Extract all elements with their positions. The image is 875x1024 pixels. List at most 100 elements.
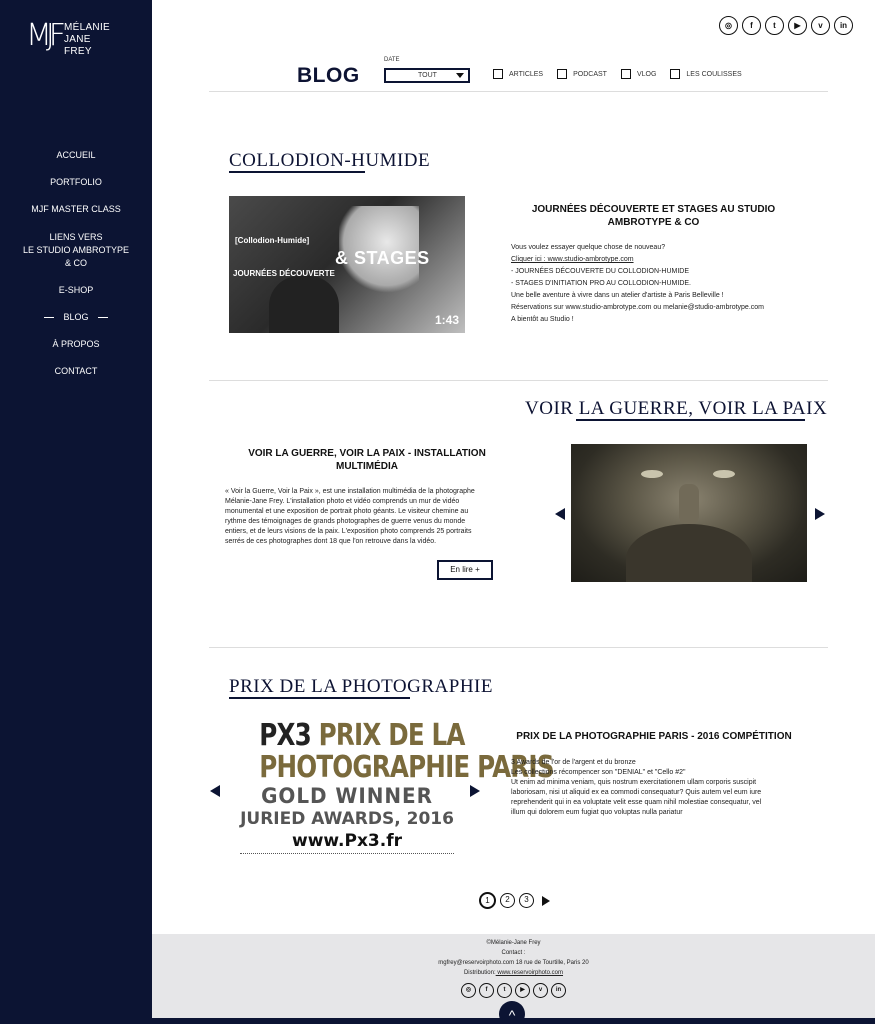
post-body-line: Les collections récompencer son "DENIAL"…	[511, 769, 686, 776]
divider	[209, 380, 828, 381]
post-body: « Voir la Guerre, Voir la Paix », est un…	[225, 487, 505, 547]
youtube-icon[interactable]: ▶	[515, 983, 530, 998]
section-title: VOIR LA GUERRE, VOIR LA PAIX	[525, 398, 828, 419]
filter-label: VLOG	[636, 70, 657, 78]
facebook-icon[interactable]: f	[479, 983, 494, 998]
post-body-line: - STAGES D'INITIATION PRO AU COLLODION-H…	[511, 280, 691, 287]
distribution: Distribution: www.reservoirphoto.com	[152, 968, 875, 978]
divider	[209, 647, 828, 648]
instagram-icon[interactable]: ◎	[719, 16, 738, 35]
thumbnail-title: & STAGES	[335, 248, 430, 268]
thumbnail-tag: [Collodion-Humide]	[235, 236, 310, 245]
filter-label: ARTICLES	[509, 70, 544, 78]
post-body: Vous voulez essayer quelque chose de nou…	[511, 242, 821, 326]
video-thumbnail[interactable]: [Collodion-Humide] & STAGES JOURNÉES DÉC…	[229, 196, 465, 333]
nav-item-eshop[interactable]: E-SHOP	[0, 285, 152, 296]
badge-line: JURIED AWARDS, 2016	[240, 809, 454, 829]
post-body-line: Vous voulez essayer quelque chose de nou…	[511, 244, 666, 251]
badge-px3: PX3	[259, 718, 311, 753]
photographer-figure	[269, 276, 339, 333]
nav-item-master-class[interactable]: MJF MASTER CLASS	[0, 204, 152, 215]
facebook-icon[interactable]: f	[742, 16, 761, 35]
checkbox[interactable]	[493, 69, 503, 79]
post-body: 3 Awards de l'or de l'argent et du bronz…	[511, 758, 811, 818]
next-page-arrow-icon[interactable]	[542, 895, 550, 906]
badge-line: PX3 PRIX DE LA	[259, 718, 465, 753]
portrait-eye	[641, 470, 663, 478]
linkedin-icon[interactable]: in	[551, 983, 566, 998]
post-heading: JOURNÉES DÉCOUVERTE ET STAGES AU STUDIO …	[531, 204, 776, 228]
sidebar: MJF MÉLANIE JANE FREY ACCUEIL PORTFOLIO …	[0, 0, 152, 1024]
logo-name-line: JANE	[64, 34, 91, 45]
instagram-icon[interactable]: ◎	[461, 983, 476, 998]
thumbnail-subtitle: JOURNÉES DÉCOUVERTE	[233, 269, 335, 278]
page-title: BLOG	[297, 64, 360, 87]
portrait-nose	[679, 484, 699, 524]
chevron-down-icon	[456, 73, 464, 78]
post-body-line[interactable]: Cliquer ici : www.studio-ambrotype.com	[511, 254, 821, 266]
filter-podcast[interactable]: PODCAST	[557, 69, 607, 79]
nav-item-contact[interactable]: CONTACT	[0, 366, 152, 377]
date-select-value: TOUT	[418, 72, 437, 79]
date-select[interactable]: TOUT	[384, 68, 470, 83]
post-body-line: monumental et une exposition de portrait…	[225, 508, 469, 515]
read-more-button[interactable]: En lire +	[437, 560, 493, 580]
carousel-next-arrow-icon[interactable]	[815, 508, 825, 520]
badge-line: www.Px3.fr	[240, 829, 454, 854]
post-body-line: Une belle aventure à vivre dans un ateli…	[511, 292, 724, 299]
post-body-line: Mélanie-Jane Frey. L'installation photo …	[225, 498, 460, 505]
main-nav: ACCUEIL PORTFOLIO MJF MASTER CLASS LIENS…	[0, 150, 152, 377]
post-body-line: Réservations sur www.studio-ambrotype.co…	[511, 304, 764, 311]
filter-label: PODCAST	[573, 70, 607, 78]
filter-vlog[interactable]: VLOG	[620, 69, 657, 79]
post-heading: VOIR LA GUERRE, VOIR LA PAIX - INSTALLAT…	[248, 448, 486, 472]
youtube-icon[interactable]: ▶	[788, 16, 807, 35]
checkbox[interactable]	[620, 69, 631, 79]
post-body-line: - JOURNÉES DÉCOUVERTE DU COLLODION-HUMID…	[511, 268, 690, 275]
carousel-prev-arrow-icon[interactable]	[210, 785, 220, 797]
nav-item-accueil[interactable]: ACCUEIL	[0, 150, 152, 161]
carousel-next-arrow-icon[interactable]	[470, 785, 480, 797]
post-body-line: Ut enim ad minima veniam, quis nostrum e…	[511, 779, 757, 786]
nav-item-portfolio[interactable]: PORTFOLIO	[0, 177, 152, 188]
logo[interactable]: MJF MÉLANIE JANE FREY	[26, 14, 136, 60]
post-body-line: entiers, et de leurs visions de la paix.…	[225, 528, 472, 535]
vimeo-icon[interactable]: v	[811, 16, 830, 35]
page-3-button[interactable]: 3	[519, 893, 534, 908]
twitter-icon[interactable]: t	[497, 983, 512, 998]
logo-name-line: FREY	[64, 46, 92, 57]
post-body-line: « Voir la Guerre, Voir la Paix », est un…	[225, 488, 475, 495]
post-body-line: rythme des témoignages de grands photogr…	[225, 518, 466, 525]
portrait-image	[571, 444, 807, 582]
scroll-to-top-button[interactable]: ^	[499, 1001, 525, 1024]
portrait-eye	[713, 470, 735, 478]
badge-prix: PRIX DE LA	[318, 718, 466, 753]
nav-item-liens-studio[interactable]: LIENS VERS LE STUDIO AMBROTYPE & CO	[0, 231, 152, 270]
vimeo-icon[interactable]: v	[533, 983, 548, 998]
logo-name-line: MÉLANIE	[64, 22, 111, 33]
post-body-line: reprehenderit qui in ea voluptate velit …	[511, 799, 762, 806]
badge-line: GOLD WINNER	[261, 784, 433, 808]
linkedin-icon[interactable]: in	[834, 16, 853, 35]
section-title-underline	[576, 419, 805, 421]
distribution-link[interactable]: www.reservoirphoto.com	[496, 970, 563, 976]
nav-item-blog[interactable]: BLOG	[0, 312, 152, 323]
filter-coulisses[interactable]: LES COULISSES	[670, 69, 742, 79]
logo-name: MÉLANIE JANE FREY	[64, 22, 110, 58]
post-body-line: laboriosam, nisi ut aliquid ex ea commod…	[511, 789, 762, 796]
post-body-line: serrés de ces photographes dont 18 que l…	[225, 538, 437, 545]
date-filter-label: DATE	[384, 57, 400, 63]
category-filters: ARTICLES PODCAST VLOG LES COULISSES	[493, 69, 756, 79]
page-2-button[interactable]: 2	[500, 893, 515, 908]
filter-articles[interactable]: ARTICLES	[493, 69, 543, 79]
checkbox[interactable]	[670, 69, 681, 79]
page-1-button[interactable]: 1	[479, 892, 496, 909]
twitter-icon[interactable]: t	[765, 16, 784, 35]
contact-label: Contact :	[501, 950, 526, 956]
nav-item-a-propos[interactable]: À PROPOS	[0, 339, 152, 350]
copyright: ©Mélanie-Jane Frey	[486, 940, 541, 946]
video-duration: 1:43	[434, 313, 459, 327]
carousel-prev-arrow-icon[interactable]	[555, 508, 565, 520]
pagination: 1 2 3	[479, 892, 550, 909]
checkbox[interactable]	[557, 69, 568, 79]
